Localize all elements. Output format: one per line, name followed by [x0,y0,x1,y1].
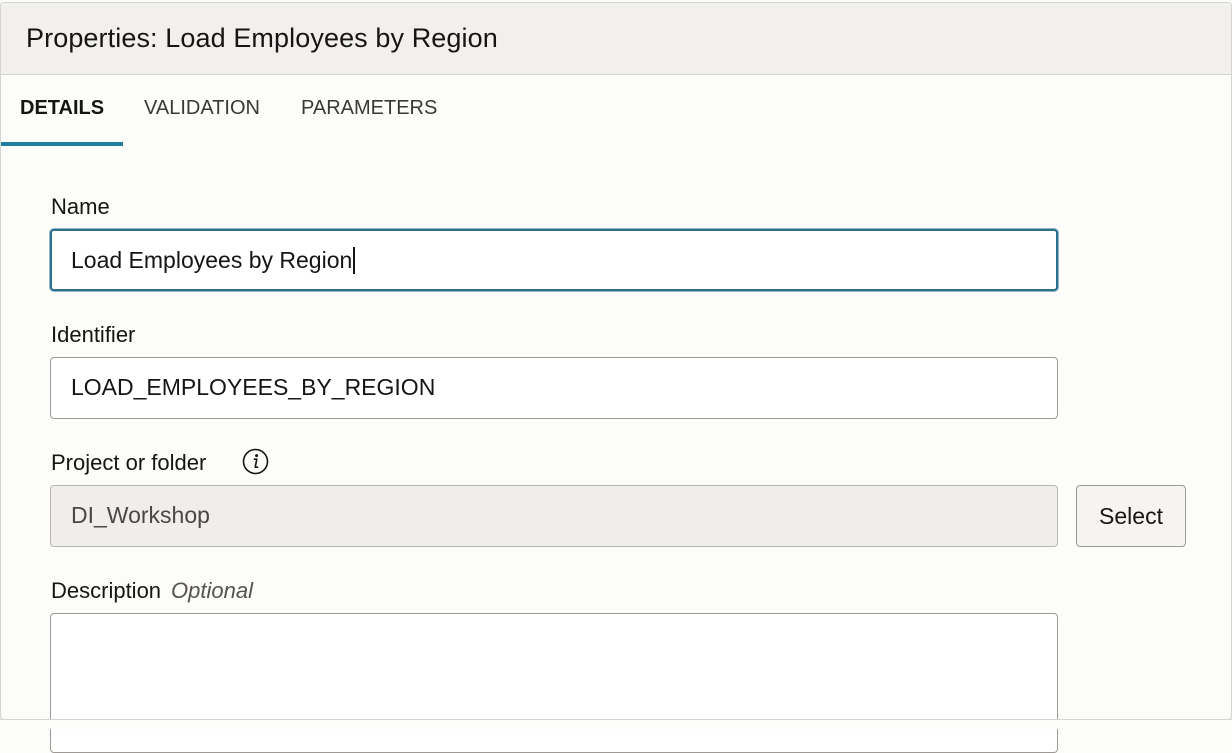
project-or-folder-field: DI_Workshop [50,485,1058,547]
name-input[interactable]: Load Employees by Region [50,229,1058,291]
identifier-label: Identifier [51,322,136,347]
select-button[interactable]: Select [1076,485,1186,547]
description-label-text: Description [51,578,162,603]
name-input-value: Load Employees by Region [71,247,353,273]
tab-details[interactable]: DETAILS [1,75,124,146]
description-textarea[interactable] [50,613,1058,753]
identifier-input-value: LOAD_EMPLOYEES_BY_REGION [71,374,436,400]
tab-validation[interactable]: VALIDATION [144,75,260,145]
panel-title: Properties: Load Employees by Region [26,23,498,53]
optional-tag: Optional [171,578,253,603]
tab-parameters[interactable]: PARAMETERS [301,75,437,145]
text-caret [353,247,356,275]
name-label: Name [51,194,110,219]
description-label: Description Optional [51,578,253,604]
tab-bar: DETAILS VALIDATION PARAMETERS [1,75,1231,147]
project-or-folder-value: DI_Workshop [71,502,210,528]
project-or-folder-label: Project or folder [51,450,207,475]
identifier-input[interactable]: LOAD_EMPLOYEES_BY_REGION [50,357,1058,419]
panel-header: Properties: Load Employees by Region [1,3,1231,75]
info-icon[interactable] [242,448,269,475]
